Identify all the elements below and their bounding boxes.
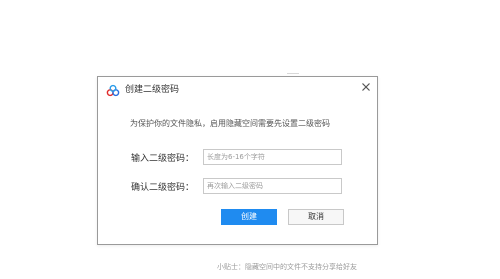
- create-password-dialog: 创建二级密码 为保护你的文件隐私，启用隐藏空间需要先设置二级密码 输入二级密码：…: [97, 76, 378, 245]
- confirm-password-input[interactable]: [203, 178, 342, 194]
- confirm-password-label: 确认二级密码：: [131, 183, 195, 193]
- baidu-cloud-icon: [106, 83, 120, 97]
- password-input[interactable]: [203, 149, 342, 165]
- dialog-titlebar: 创建二级密码: [98, 77, 377, 105]
- footer-tip: 小贴士：隐藏空间中的文件不支持分享给好友: [217, 263, 357, 271]
- close-icon[interactable]: [359, 79, 373, 93]
- cancel-button[interactable]: 取消: [288, 209, 344, 225]
- create-button[interactable]: 创建: [221, 209, 277, 225]
- password-label: 输入二级密码：: [131, 154, 195, 164]
- privacy-hint: 为保护你的文件隐私，启用隐藏空间需要先设置二级密码: [130, 119, 330, 128]
- background-divider: [287, 73, 299, 74]
- dialog-title: 创建二级密码: [125, 85, 180, 95]
